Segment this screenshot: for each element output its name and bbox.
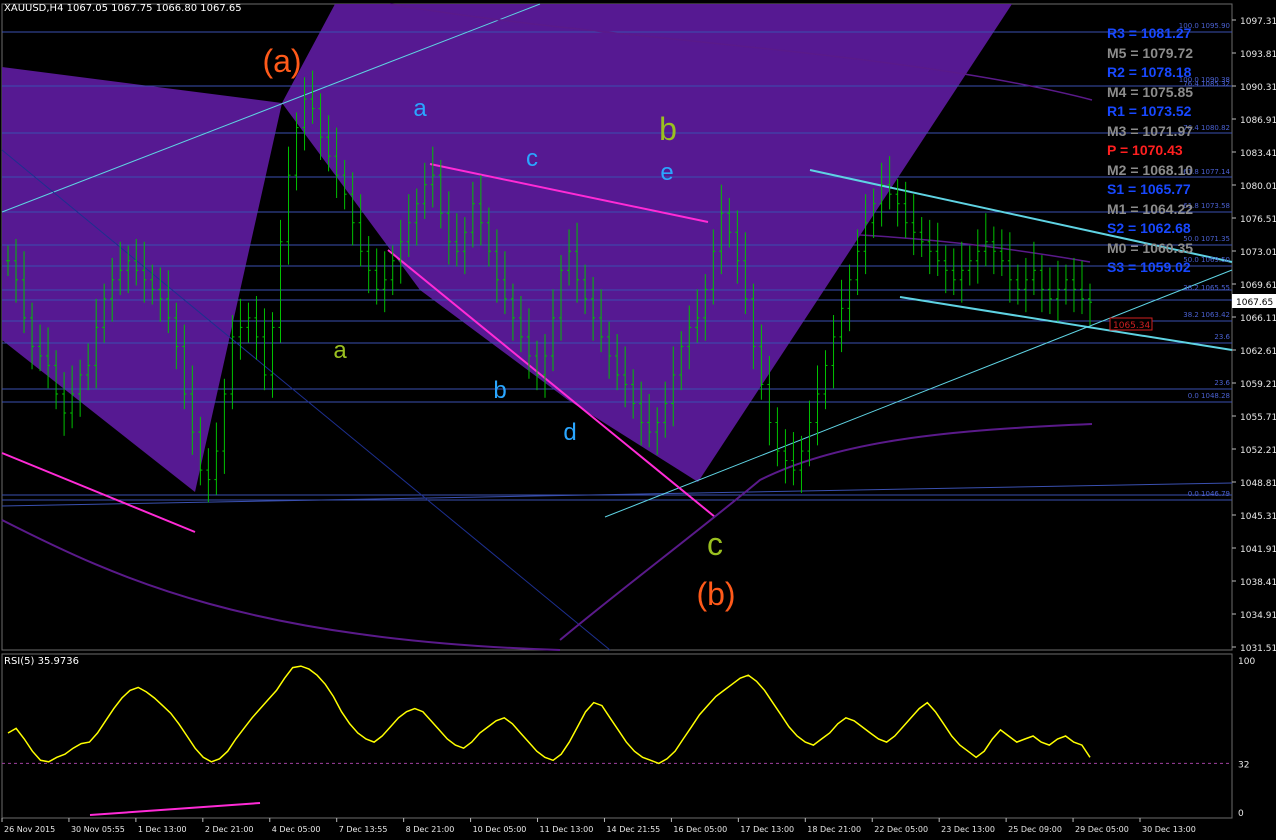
chart-window: { "header": { "symbol": "XAUUSD,H4", "oh… (0, 0, 1276, 840)
time-tick-label: 16 Dec 05:00 (673, 825, 727, 834)
ohlc-values: 1067.05 1067.75 1066.80 1067.65 (66, 3, 242, 14)
price-tick-label: 1031.51 (1240, 644, 1276, 654)
price-tick-label: 1066.11 (1240, 314, 1276, 324)
pivot-level-3: M4 = 1075.85 (1107, 83, 1194, 100)
time-tick-label: 25 Dec 09:00 (1008, 825, 1062, 834)
price-tick-label: 1062.61 (1240, 347, 1276, 357)
time-tick-label: 2 Dec 21:00 (205, 825, 254, 834)
price-tick-label: 1073.01 (1240, 248, 1276, 258)
time-tick-label: 30 Dec 13:00 (1142, 825, 1196, 834)
fib-label: 0.0 1048.28 (1188, 392, 1230, 400)
fib-label: 38.2 1065.55 (1183, 284, 1230, 292)
rsi-tick-label: 32 (1238, 760, 1249, 770)
symbol-label: XAUUSD,H4 (4, 3, 64, 14)
price-tick-label: 1093.81 (1240, 50, 1276, 60)
price-tick-label: 1059.21 (1240, 380, 1276, 390)
time-tick-label: 18 Dec 21:00 (807, 825, 861, 834)
wedge-lower-line (899, 296, 1233, 351)
pivot-level-1: M5 = 1079.72 (1107, 44, 1194, 61)
price-tick-label: 1097.31 (1240, 17, 1276, 27)
pivot-level-11: M0 = 1060.35 (1107, 239, 1194, 256)
wave-label: e (660, 159, 673, 186)
pivot-level-5: M3 = 1071.97 (1107, 122, 1194, 139)
time-tick-label: 11 Dec 13:00 (540, 825, 594, 834)
price-tick-label: 1076.51 (1240, 215, 1276, 225)
wave-label: (a) (262, 43, 301, 79)
price-tick-label: 1041.91 (1240, 545, 1276, 555)
time-tick-label: 30 Nov 05:55 (71, 825, 125, 834)
pivot-level-2: R2 = 1078.18 (1107, 64, 1192, 80)
time-tick-label: 7 Dec 13:55 (339, 825, 388, 834)
time-tick-label: 4 Dec 05:00 (272, 825, 321, 834)
time-tick-label: 17 Dec 13:00 (740, 825, 794, 834)
pivot-level-10: S2 = 1062.68 (1107, 220, 1191, 236)
wave-zone-center (282, 4, 1012, 482)
wave-label: c (707, 526, 723, 562)
wave-label: a (413, 95, 427, 122)
wave-label: b (659, 111, 677, 147)
fib-label: 0.0 1046.79 (1188, 490, 1230, 498)
wave-label: (b) (696, 576, 735, 612)
price-tick-label: 1090.31 (1240, 83, 1276, 93)
pivot-level-12: S3 = 1059.02 (1107, 259, 1191, 275)
rsi-divergence-line (89, 802, 261, 816)
pivot-level-7: M2 = 1068.10 (1107, 161, 1194, 178)
price-tick-label: 1038.41 (1240, 578, 1276, 588)
time-tick-label: 29 Dec 05:00 (1075, 825, 1129, 834)
moving-average-mid (859, 234, 1091, 263)
wave-zone-left (2, 67, 282, 492)
price-tick-label: 1069.61 (1240, 281, 1276, 291)
rsi-tick-label: 100 (1238, 657, 1255, 667)
price-tick-label: 1083.41 (1240, 149, 1276, 159)
wave-label: a (333, 337, 347, 364)
price-tick-label: 1086.91 (1240, 116, 1276, 126)
pivot-level-6: P = 1070.43 (1107, 142, 1183, 158)
price-tick-label: 1052.21 (1240, 446, 1276, 456)
price-tick-label: 1080.01 (1240, 182, 1276, 192)
time-tick-label: 14 Dec 21:55 (606, 825, 660, 834)
fib-label: 23.6 (1214, 333, 1230, 341)
wave-label: c (526, 145, 538, 172)
wave-label: d (563, 419, 576, 446)
chart-header: XAUUSD,H4 1067.05 1067.75 1066.80 1067.6… (4, 3, 242, 14)
wave-label: b (493, 377, 506, 404)
time-tick-label: 8 Dec 21:00 (406, 825, 455, 834)
time-tick-label: 26 Nov 2015 (4, 825, 55, 834)
pivot-level-9: M1 = 1064.22 (1107, 200, 1194, 217)
fib-label: 23.6 (1214, 379, 1230, 387)
price-tick-label: 1034.91 (1240, 611, 1276, 621)
price-chart-svg: 1097.31 1093.81 1090.31 1086.91 1083.41 1080.… (1, 3, 1276, 834)
rsi-tick-label: 0 (1238, 809, 1244, 819)
pivot-level-8: S1 = 1065.77 (1107, 181, 1191, 197)
price-tick-label: 1055.71 (1240, 413, 1276, 423)
time-tick-label: 23 Dec 13:00 (941, 825, 995, 834)
pivot-level-0: R3 = 1081.27 (1107, 25, 1192, 41)
rsi-line (7, 665, 1091, 765)
price-tick-label: 1045.31 (1240, 512, 1276, 522)
time-tick-label: 10 Dec 05:00 (473, 825, 527, 834)
fib-label: 38.2 1063.42 (1183, 311, 1230, 319)
time-tick-label: 22 Dec 05:00 (874, 825, 928, 834)
current-price-label: 1067.65 (1236, 298, 1273, 308)
price-tick-label: 1048.81 (1240, 479, 1276, 489)
time-tick-label: 1 Dec 13:00 (138, 825, 187, 834)
pivot-level-4: R1 = 1073.52 (1107, 103, 1192, 119)
price-marker-label: 1065.34 (1113, 321, 1150, 331)
rsi-header: RSI(5) 35.9736 (4, 656, 79, 667)
